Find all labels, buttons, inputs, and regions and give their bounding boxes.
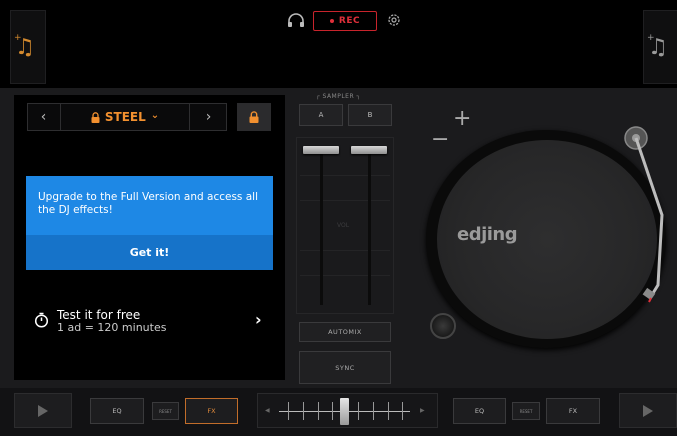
headphones-icon[interactable]: [287, 12, 305, 28]
record-button[interactable]: REC: [313, 11, 377, 31]
reset-left-button[interactable]: RESET: [152, 402, 179, 420]
chevron-down-icon: ⌄: [150, 109, 160, 121]
crossfader-tick: [358, 402, 359, 420]
volume-tick: [300, 175, 390, 176]
crossfader-tick: [402, 402, 403, 420]
trial-subtitle: 1 ad = 120 minutes: [57, 321, 167, 334]
pitch-plus-button[interactable]: +: [453, 106, 471, 131]
crossfader-handle[interactable]: [340, 398, 349, 425]
volume-label: VOL: [337, 222, 350, 229]
fx-lock-button[interactable]: [237, 103, 271, 131]
volume-tick: [300, 275, 390, 276]
stopwatch-icon: [34, 312, 49, 328]
reset-right-button[interactable]: RESET: [512, 402, 540, 420]
music-note-icon: ♫: [648, 35, 668, 60]
crossfader-tick: [318, 402, 319, 420]
lock-icon: [91, 111, 100, 123]
volume-track-left: [320, 150, 323, 305]
get-it-button[interactable]: Get it!: [26, 235, 273, 270]
volume-fader-left[interactable]: [303, 146, 339, 154]
fx-preset-dropdown[interactable]: STEEL ⌄: [62, 103, 188, 131]
crossfader-tick: [373, 402, 374, 420]
eq-right-button[interactable]: EQ: [453, 398, 506, 424]
cue-knob[interactable]: [430, 313, 456, 339]
chevron-right-icon: ›: [205, 109, 212, 125]
triangle-left-icon: ◀: [265, 407, 270, 414]
fx-next-button[interactable]: ›: [189, 103, 227, 131]
gear-icon[interactable]: [386, 12, 402, 28]
triangle-right-icon: ▶: [420, 407, 425, 414]
fx-right-button[interactable]: FX: [546, 398, 600, 424]
play-icon: [643, 404, 653, 417]
play-icon: [38, 404, 48, 417]
chevron-left-icon: ‹: [40, 109, 47, 125]
sync-button[interactable]: SYNC: [299, 351, 391, 384]
play-left-button[interactable]: [14, 393, 72, 428]
crossfader-tick: [332, 402, 333, 420]
music-note-icon: ♫: [15, 35, 35, 60]
volume-tick: [300, 250, 390, 251]
sampler-b-button[interactable]: B: [348, 104, 392, 126]
chevron-right-icon[interactable]: ›: [255, 310, 262, 329]
eq-left-button[interactable]: EQ: [90, 398, 144, 424]
trial-title[interactable]: Test it for free: [57, 308, 140, 322]
fx-prev-button[interactable]: ‹: [27, 103, 61, 131]
volume-track-right: [368, 150, 371, 305]
deck-right-track-slot[interactable]: + ♫: [643, 10, 677, 84]
crossfader-tick: [303, 402, 304, 420]
play-right-button[interactable]: [619, 393, 677, 428]
upgrade-message: Upgrade to the Full Version and access a…: [38, 191, 258, 216]
record-label: REC: [338, 16, 361, 26]
sampler-a-button[interactable]: A: [299, 104, 343, 126]
deck-left-track-slot[interactable]: + ♫: [10, 10, 46, 84]
record-dot-icon: [329, 19, 334, 23]
automix-button[interactable]: AUTOMIX: [299, 322, 391, 342]
volume-tick: [300, 200, 390, 201]
lock-icon: [249, 111, 259, 123]
volume-fader-right[interactable]: [351, 146, 387, 154]
fx-left-button[interactable]: FX: [185, 398, 238, 424]
brand-logo: edjing: [457, 224, 518, 245]
crossfader-tick: [388, 402, 389, 420]
crossfader-tick: [288, 402, 289, 420]
tonearm-icon: [624, 126, 664, 303]
pitch-minus-button[interactable]: −: [431, 127, 449, 152]
sampler-label: ┌ SAMPLER ┐: [316, 93, 361, 100]
fx-preset-name: STEEL: [104, 110, 146, 124]
